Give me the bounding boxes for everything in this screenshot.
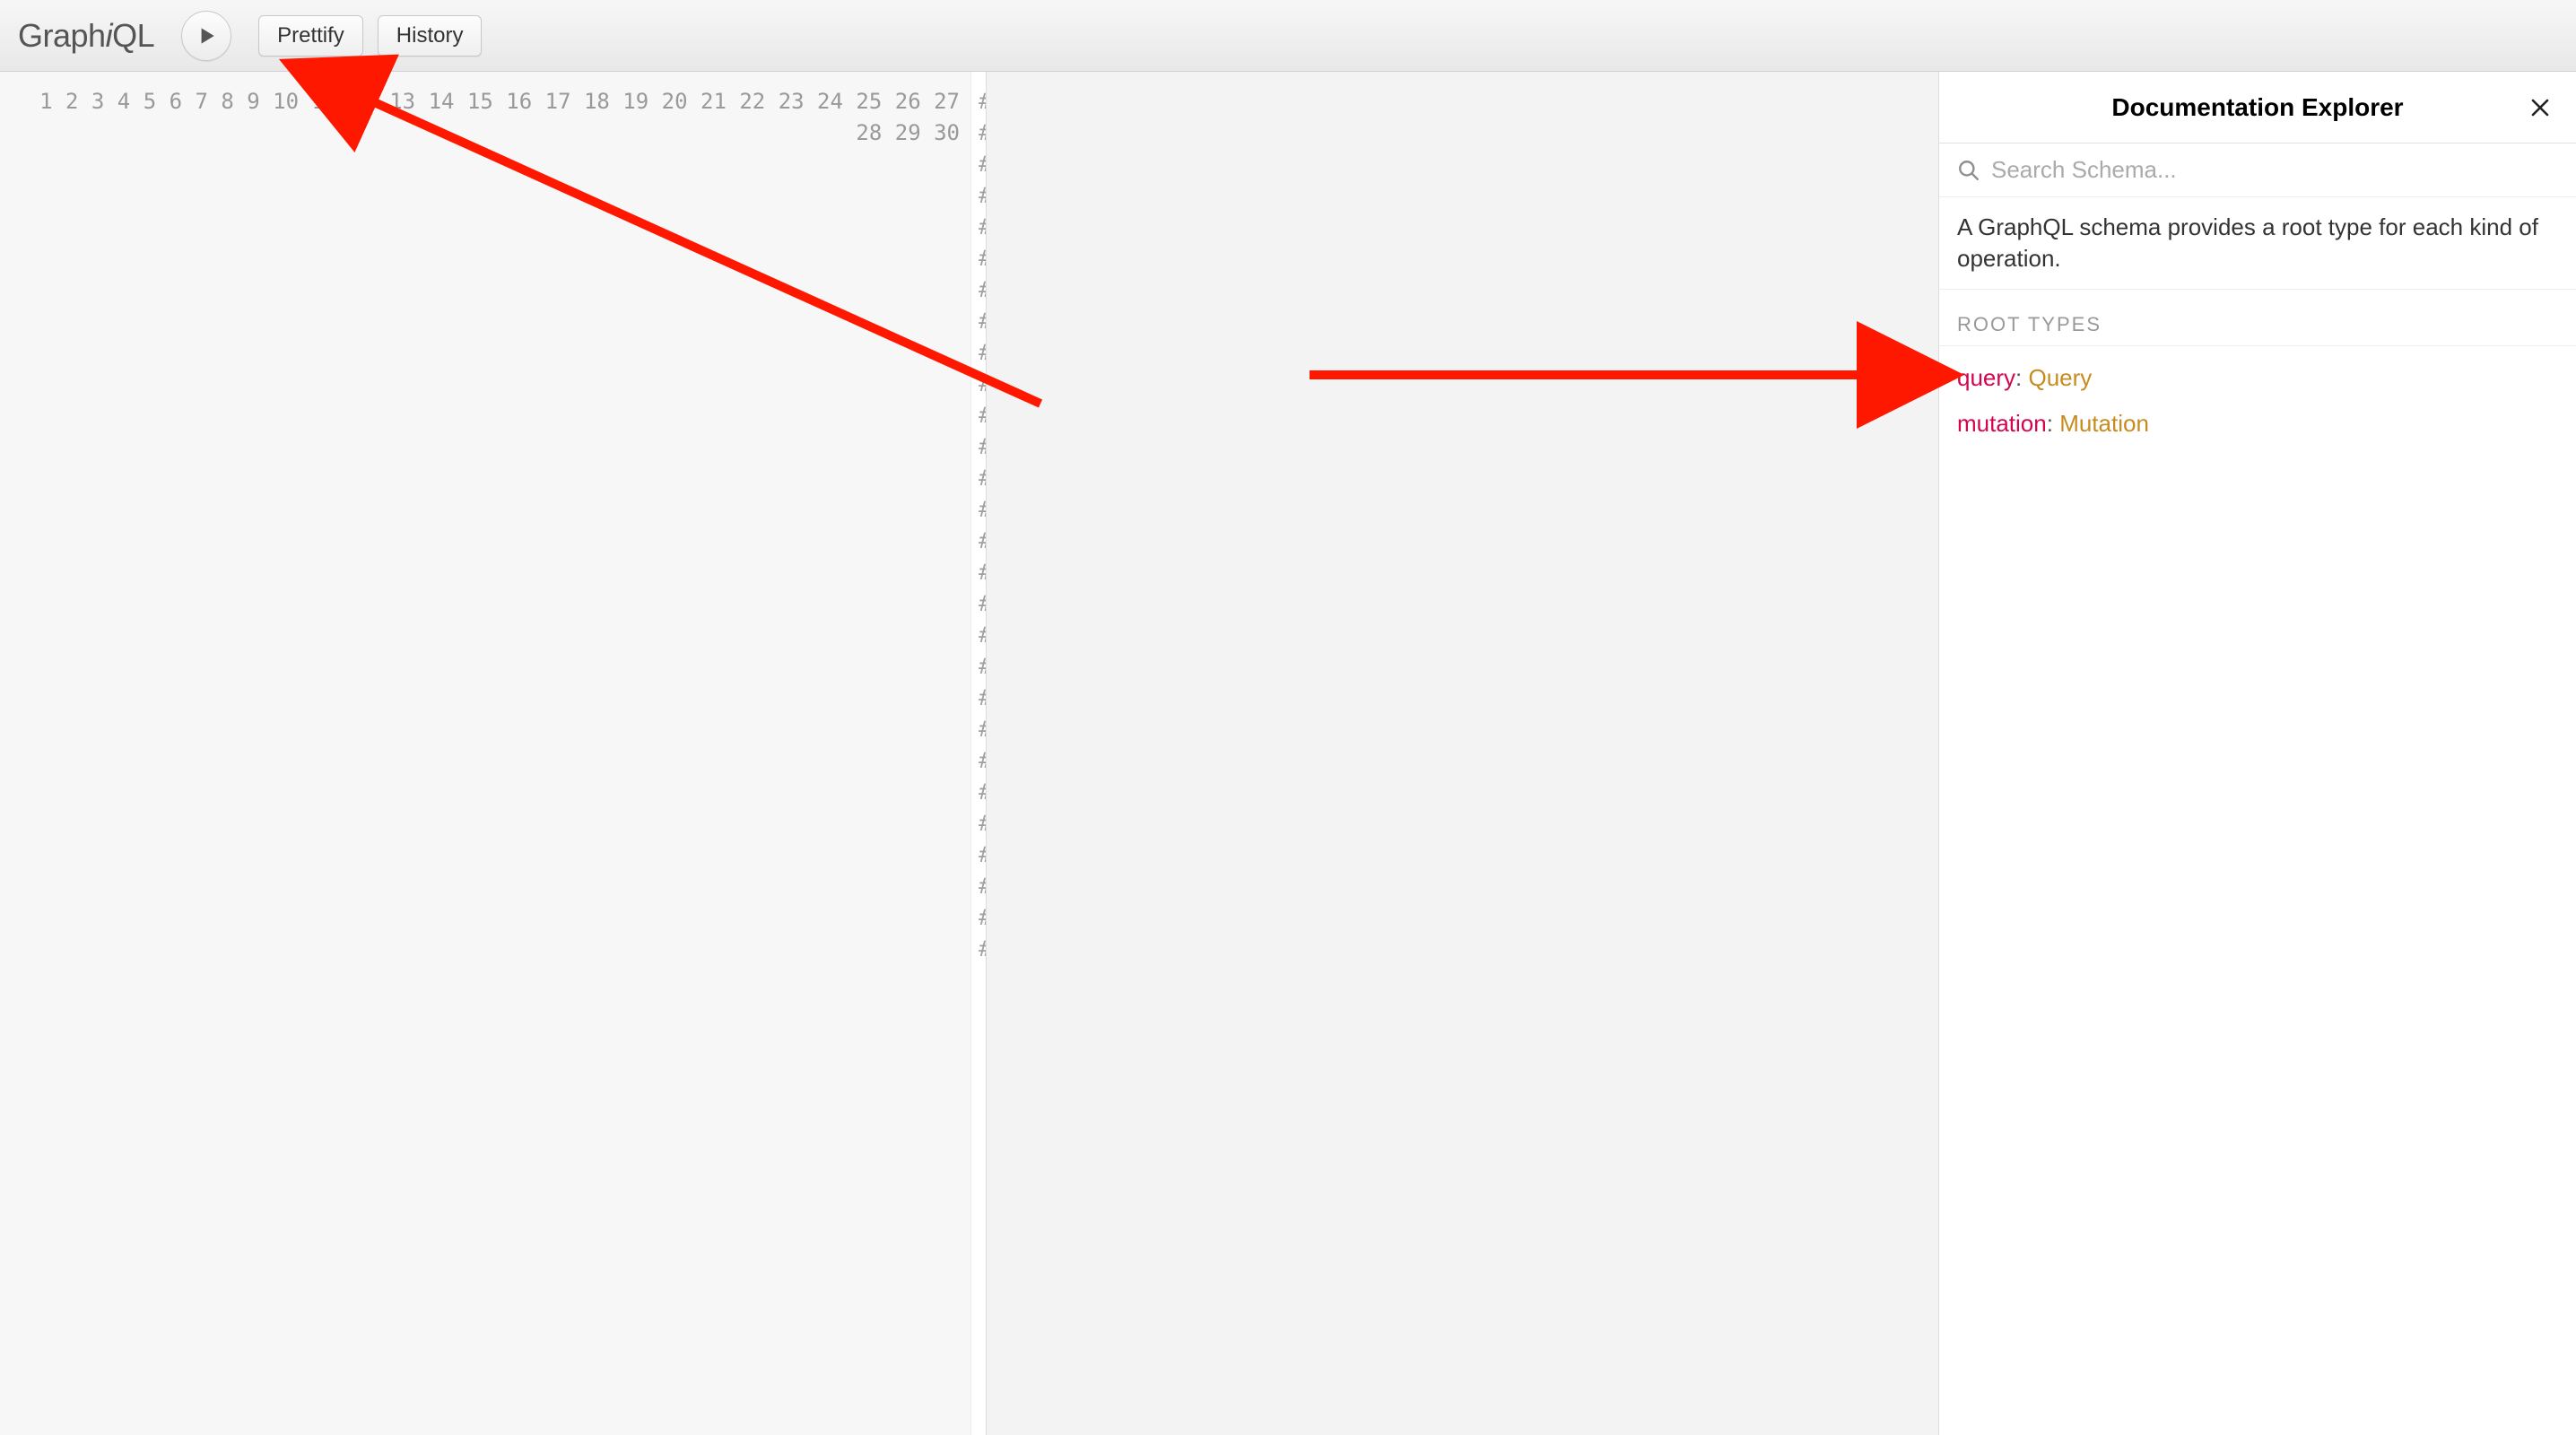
docs-search-row	[1939, 144, 2576, 197]
root-type-row: query: Query	[1957, 355, 2558, 401]
prettify-button[interactable]: Prettify	[258, 15, 363, 57]
docs-explorer: Documentation Explorer A GraphQL schema …	[1939, 72, 2576, 1435]
main-area: 1 2 3 4 5 6 7 8 9 10 11 12 13 14 15 16 1…	[0, 72, 2576, 1435]
root-types-label: ROOT TYPES	[1939, 290, 2576, 345]
root-type-type[interactable]: Mutation	[2059, 410, 2149, 437]
root-types-list: query: Querymutation: Mutation	[1939, 345, 2576, 456]
root-type-type[interactable]: Query	[2029, 364, 2093, 391]
docs-header: Documentation Explorer	[1939, 72, 2576, 144]
docs-title: Documentation Explorer	[2111, 93, 2403, 122]
play-icon	[195, 24, 218, 48]
search-icon	[1957, 159, 1980, 182]
logo-text-prefix: Graph	[18, 17, 106, 54]
colon: :	[2047, 410, 2059, 437]
root-type-field[interactable]: query	[1957, 364, 2015, 391]
app-logo: GraphiQL	[18, 17, 154, 55]
docs-description: A GraphQL schema provides a root type fo…	[1939, 197, 2576, 290]
close-docs-button[interactable]	[2526, 93, 2554, 122]
logo-text-i: i	[106, 17, 113, 54]
execute-button[interactable]	[181, 11, 231, 61]
query-editor[interactable]: # Welcome to GraphiQL # # GraphiQL is an…	[971, 72, 986, 1435]
root-type-field[interactable]: mutation	[1957, 410, 2047, 437]
history-button[interactable]: History	[378, 15, 483, 57]
logo-text-suffix: QL	[112, 17, 154, 54]
results-pane	[987, 72, 1939, 1435]
close-icon	[2529, 97, 2551, 118]
colon: :	[2015, 364, 2028, 391]
query-editor-pane: 1 2 3 4 5 6 7 8 9 10 11 12 13 14 15 16 1…	[0, 72, 987, 1435]
docs-search-input[interactable]	[1991, 156, 2558, 184]
toolbar: GraphiQL Prettify History	[0, 0, 2576, 72]
root-type-row: mutation: Mutation	[1957, 401, 2558, 447]
line-gutter: 1 2 3 4 5 6 7 8 9 10 11 12 13 14 15 16 1…	[0, 72, 971, 1435]
